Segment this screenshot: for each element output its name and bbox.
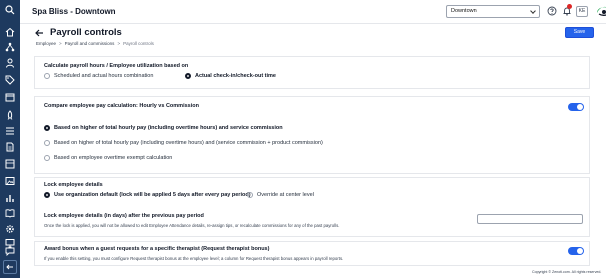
inventory-icon[interactable] [5,159,15,169]
breadcrumb-link[interactable]: Payroll and commissions [65,41,115,46]
chevron-down-icon [530,8,536,14]
sidebar [0,0,20,278]
utilization-title: Calculate payroll hours / Employee utili… [44,63,189,69]
utilization-option-actual[interactable]: Actual check-in/check-out time [185,73,276,79]
bonus-section: Award bonus when a guest requests for a … [34,241,590,266]
toggle-knob [577,104,583,110]
top-bar: Spa Bliss - Downtown Downtown KE [20,0,606,24]
breadcrumb-separator: > [59,41,62,46]
radio-button[interactable] [247,192,253,198]
bonus-toggle[interactable] [568,247,584,255]
option-label: Override at center level [257,192,314,198]
pay-calc-option-service[interactable]: Based on higher of total hourly pay (inc… [44,125,283,131]
search-icon[interactable] [5,5,15,15]
calendar-icon[interactable] [5,92,15,102]
pay-calc-option-service-product[interactable]: Based on higher of total hourly pay (inc… [44,140,323,146]
notification-badge [567,4,572,9]
lock-section: Lock employee details Use organization d… [34,177,590,237]
document-icon[interactable] [5,142,15,152]
save-button[interactable]: Save [565,27,594,38]
page-header: Payroll controls Employee > Payroll and co… [20,24,606,50]
collapse-icon[interactable] [3,260,17,274]
copyright: Copyright © Zenoti.com. All rights reser… [532,270,602,274]
book-icon[interactable] [5,208,15,218]
radio-button[interactable] [44,192,50,198]
breadcrumb-current: Payroll controls [123,41,154,46]
option-label: Based on higher of total hourly pay (inc… [54,140,323,146]
pay-calc-title: Compare employee pay calculation: Hourly… [44,103,199,109]
rocket-icon[interactable] [5,110,15,120]
radio-button[interactable] [44,73,50,79]
option-label: Based on higher of total hourly pay (inc… [54,125,283,131]
pay-calc-toggle[interactable] [568,103,584,111]
gear-icon[interactable] [5,224,15,234]
breadcrumb-separator: > [117,41,121,46]
pay-calc-option-overtime[interactable]: Based on employee overtime exempt calcul… [44,155,172,161]
person-icon[interactable] [5,58,15,68]
lock-option-default[interactable]: Use organization default (lock will be a… [44,192,251,198]
chat-icon[interactable] [5,246,15,256]
lock-days-title: Lock employee details (in days) after th… [44,213,204,219]
avatar[interactable]: KE [576,6,588,17]
location-select-value: Downtown [451,8,477,14]
radio-button[interactable] [44,140,50,146]
list-icon[interactable] [5,126,15,136]
home-icon[interactable] [5,27,15,37]
help-icon[interactable] [547,6,557,16]
app-brand: Spa Bliss - Downtown [32,7,116,16]
toggle-knob [577,248,583,254]
page-title: Payroll controls [50,27,122,38]
network-icon[interactable] [5,42,15,52]
logo [597,6,606,16]
utilization-option-scheduled[interactable]: Scheduled and actual hours combination [44,73,153,79]
lock-option-override[interactable]: Override at center level [247,192,314,198]
pay-calc-section: Compare employee pay calculation: Hourly… [34,96,590,174]
option-label: Scheduled and actual hours combination [54,73,154,79]
bonus-help: If you enable this setting, you must con… [44,256,344,261]
lock-title: Lock employee details [44,182,103,188]
radio-button[interactable] [44,125,50,131]
option-label: Use organization default (lock will be a… [54,192,251,198]
breadcrumb-link[interactable]: Employee [36,41,56,46]
option-label: Based on employee overtime exempt calcul… [54,155,173,161]
radio-button[interactable] [185,73,191,79]
bonus-title: Award bonus when a guest requests for a … [44,246,270,252]
back-arrow-icon[interactable] [34,28,44,38]
location-select[interactable]: Downtown [446,5,540,18]
tag-icon[interactable] [5,75,15,85]
lock-days-help: Once the lock is applied, you will not b… [44,223,340,228]
reports-icon[interactable] [5,193,15,203]
option-label: Actual check-in/check-out time [195,73,276,79]
utilization-section: Calculate payroll hours / Employee utili… [34,56,590,89]
radio-button[interactable] [44,155,50,161]
lock-days-input[interactable] [477,214,583,224]
breadcrumb: Employee > Payroll and commissions > Payroll… [36,41,154,46]
image-icon[interactable] [5,176,15,186]
